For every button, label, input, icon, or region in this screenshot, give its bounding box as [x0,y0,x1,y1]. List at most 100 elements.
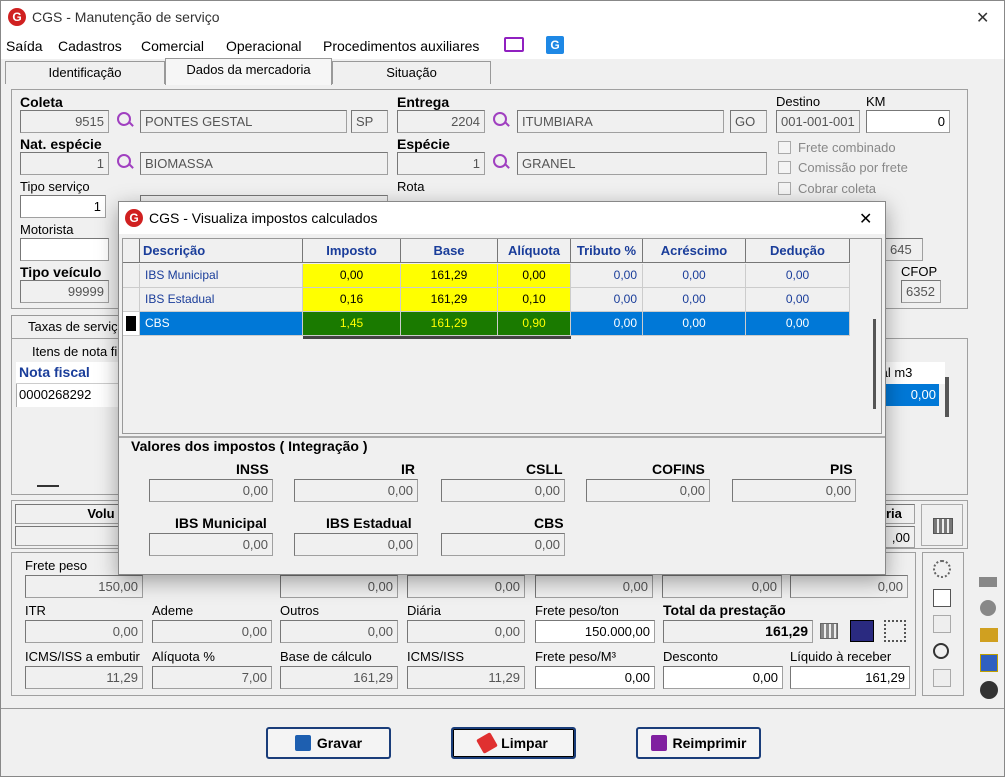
reimprimir-button[interactable]: Reimprimir [636,727,761,759]
col-base[interactable]: Base [401,239,498,263]
value-field-r1c3[interactable]: 0,00 [280,575,398,598]
total-prestacao-field[interactable]: 161,29 [663,620,813,643]
hand-icon[interactable] [980,628,998,642]
entrega-name[interactable]: ITUMBIARA [517,110,724,133]
cell-deducao[interactable]: 0,00 [746,288,850,312]
km-field[interactable]: 0 [866,110,950,133]
cell-acrescimo[interactable]: 0,00 [643,312,746,336]
itens-scrollbar[interactable] [945,377,949,417]
cell-acrescimo[interactable]: 0,00 [643,264,746,288]
settings-icon[interactable] [884,620,906,642]
calc-disabled-icon[interactable] [933,615,951,633]
ir-field[interactable]: 0,00 [294,479,418,502]
csll-field[interactable]: 0,00 [441,479,565,502]
cobrar-coleta-checkbox[interactable] [778,182,791,195]
cell-aliquota[interactable]: 0,90 [498,312,571,336]
aliquota-field[interactable]: 7,00 [152,666,272,689]
diaria-field[interactable]: 0,00 [407,620,525,643]
monitor-icon[interactable] [504,37,524,52]
base-calculo-field[interactable]: 161,29 [280,666,398,689]
inss-field[interactable]: 0,00 [149,479,273,502]
motorista-field[interactable] [20,238,109,261]
ibs-municipal-field[interactable]: 0,00 [149,533,273,556]
cell-deducao[interactable]: 0,00 [746,264,850,288]
coleta-code[interactable]: 9515 [20,110,109,133]
cell-descricao[interactable]: IBS Estadual [140,288,303,312]
calculator-icon[interactable] [820,623,838,639]
cell-tributo[interactable]: 0,00 [571,288,643,312]
row-indicator-selected[interactable] [123,312,140,336]
comissao-checkbox[interactable] [778,161,791,174]
ciot-icon[interactable] [979,577,997,587]
calculator-button[interactable] [921,504,963,546]
col-deducao[interactable]: Dedução [746,239,850,263]
search-icon[interactable] [115,153,135,173]
tipo-veiculo-code[interactable]: 99999 [20,280,109,303]
liquido-field[interactable]: 161,29 [790,666,910,689]
col-imposto[interactable]: Imposto [303,239,401,263]
entrega-uf[interactable]: GO [730,110,767,133]
cell-base[interactable]: 161,29 [401,312,498,336]
col-acrescimo[interactable]: Acréscimo [643,239,746,263]
nat-especie-name[interactable]: BIOMASSA [140,152,388,175]
desconto-field[interactable]: 0,00 [663,666,783,689]
minus-icon[interactable] [37,485,59,487]
menu-saida[interactable]: Saída [6,38,43,54]
ademe-field[interactable]: 0,00 [152,620,272,643]
app-g-icon[interactable]: G [546,36,564,54]
nota-fiscal-cell[interactable]: 0000268292 [19,387,91,402]
menu-operacional[interactable]: Operacional [226,38,302,54]
cfop-field[interactable]: 6352 [901,280,941,303]
col-tributo[interactable]: Tributo % [571,239,643,263]
cell-tributo[interactable]: 0,00 [571,264,643,288]
cell-deducao[interactable]: 0,00 [746,312,850,336]
cell-descricao[interactable]: IBS Municipal [140,264,303,288]
close-icon[interactable]: ✕ [859,209,872,229]
bug-icon[interactable] [933,560,951,578]
destino-field[interactable]: 001-001-001 [776,110,860,133]
menu-comercial[interactable]: Comercial [141,38,204,54]
cell-base[interactable]: 161,29 [401,264,498,288]
search-doc-icon[interactable] [933,643,949,659]
col-descricao[interactable]: Descrição [140,239,303,263]
row-indicator[interactable] [123,288,140,312]
volume-field[interactable] [15,526,121,546]
frete-combinado-checkbox[interactable] [778,141,791,154]
cell-acrescimo[interactable]: 0,00 [643,288,746,312]
cell-aliquota[interactable]: 0,10 [498,288,571,312]
especie-code[interactable]: 1 [397,152,485,175]
nat-especie-code[interactable]: 1 [20,152,109,175]
value-field-r1c6[interactable]: 0,00 [662,575,782,598]
tab-taxas-servico[interactable]: Taxas de serviç [11,315,121,338]
outros-field[interactable]: 0,00 [280,620,398,643]
gravar-button[interactable]: Gravar [266,727,391,759]
search-icon[interactable] [491,153,511,173]
cell-imposto[interactable]: 0,16 [303,288,401,312]
tab-dados-mercadoria[interactable]: Dados da mercadoria [165,58,332,85]
col-aliquota[interactable]: Alíquota [498,239,571,263]
cofins-field[interactable]: 0,00 [586,479,710,502]
value-field-r1c5[interactable]: 0,00 [535,575,653,598]
ibs-estadual-field[interactable]: 0,00 [294,533,418,556]
itr-field[interactable]: 0,00 [25,620,143,643]
coleta-name[interactable]: PONTES GESTAL [140,110,347,133]
menu-procedimentos[interactable]: Procedimentos auxiliares [323,38,479,54]
close-icon[interactable]: ✕ [976,8,989,28]
menu-cadastros[interactable]: Cadastros [58,38,122,54]
motorista-partial[interactable]: 645 [885,238,923,261]
entrega-code[interactable]: 2204 [397,110,485,133]
book-icon[interactable] [850,620,874,642]
value-field-r1c4[interactable]: 0,00 [407,575,525,598]
tab-identificacao[interactable]: Identificação [5,61,165,84]
cell-imposto[interactable]: 1,45 [303,312,401,336]
icms-embutir-field[interactable]: 11,29 [25,666,143,689]
frete-peso-field[interactable]: 150,00 [25,575,143,598]
limpar-button[interactable]: Limpar [451,727,576,759]
search-icon[interactable] [491,111,511,131]
frete-peso-ton-field[interactable]: 150.000,00 [535,620,655,643]
doc-disabled-icon[interactable] [933,669,951,687]
cell-imposto[interactable]: 0,00 [303,264,401,288]
cell-aliquota[interactable]: 0,00 [498,264,571,288]
row-indicator[interactable] [123,264,140,288]
coleta-uf[interactable]: SP [351,110,388,133]
